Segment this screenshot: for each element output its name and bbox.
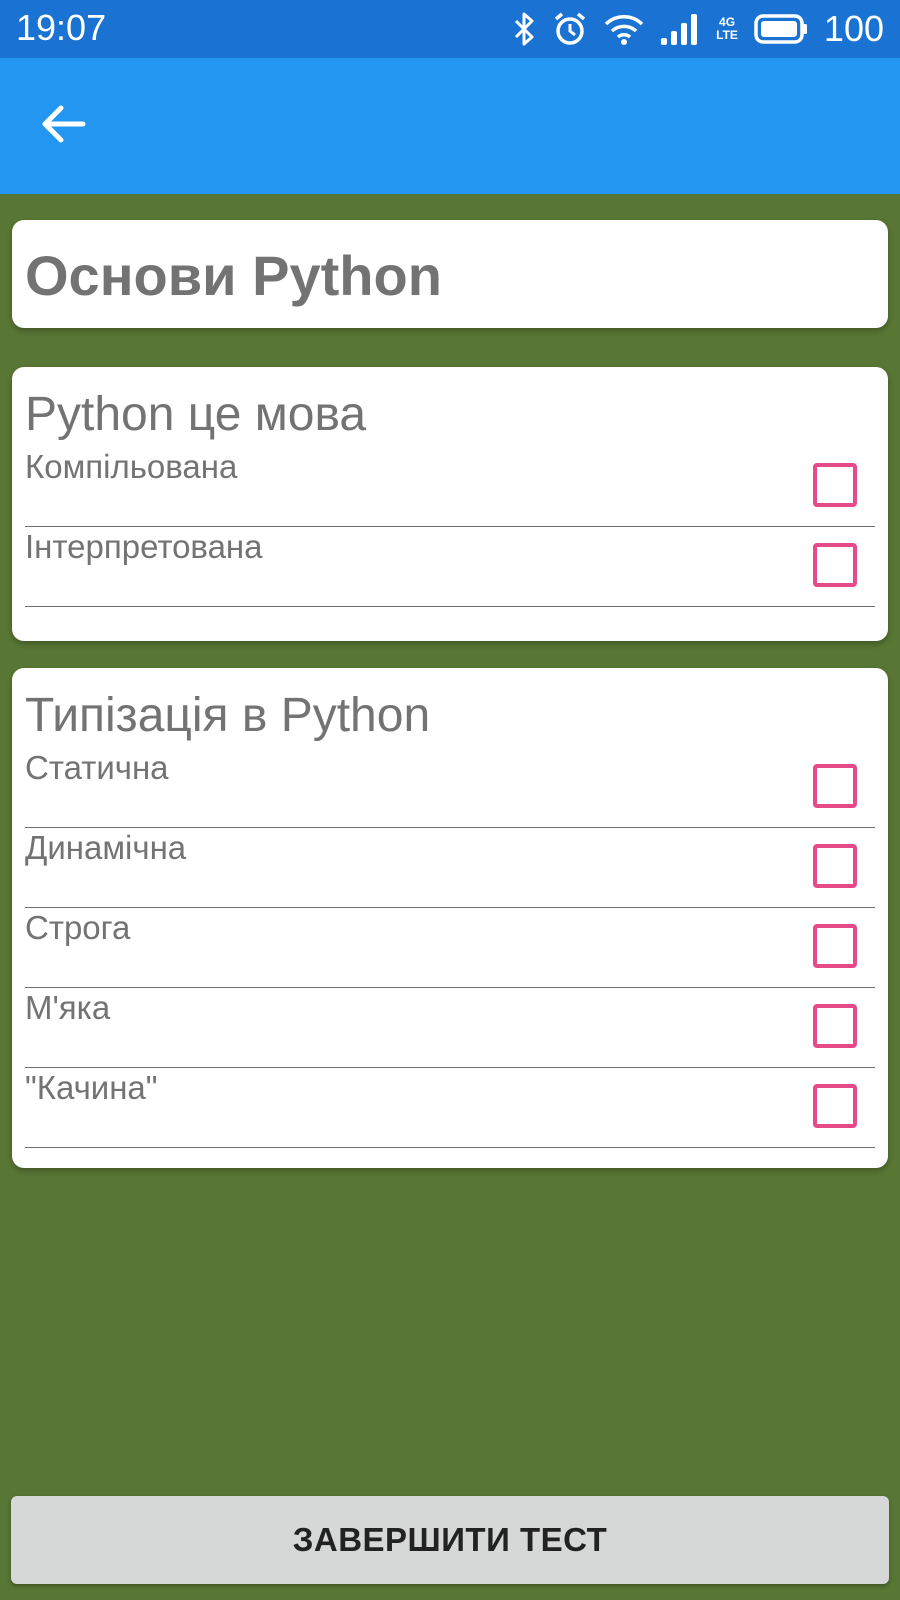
- option-row[interactable]: М'яка: [25, 988, 875, 1068]
- option-checkbox[interactable]: [813, 463, 857, 507]
- network-type: 4G LTE: [716, 15, 738, 42]
- app-bar: [0, 58, 900, 194]
- option-checkbox[interactable]: [813, 543, 857, 587]
- option-label: "Качина": [25, 1069, 158, 1106]
- option-checkbox[interactable]: [813, 844, 857, 888]
- option-checkbox[interactable]: [813, 1084, 857, 1128]
- finish-test-button[interactable]: ЗАВЕРШИТИ ТЕСТ: [11, 1496, 889, 1584]
- option-row[interactable]: Статична: [25, 748, 875, 828]
- question-card-2: Типізація в Python Статична Динамічна Ст…: [12, 668, 888, 1168]
- option-row[interactable]: Компільована: [25, 447, 875, 527]
- option-row[interactable]: Динамічна: [25, 828, 875, 908]
- option-label: Компільована: [25, 448, 238, 485]
- question-text: Типізація в Python: [25, 689, 431, 742]
- status-icons: 4G LTE 100: [512, 7, 884, 51]
- question-text: Python це мова: [25, 388, 367, 441]
- option-checkbox[interactable]: [813, 764, 857, 808]
- option-label: М'яка: [25, 989, 111, 1026]
- option-label: Інтерпретована: [25, 528, 263, 565]
- question-card-1: Python це мова Компільована Інтерпретова…: [12, 367, 888, 641]
- arrow-back-icon: [41, 104, 87, 149]
- options-list: Компільована Інтерпретована: [25, 447, 875, 607]
- option-row[interactable]: "Качина": [25, 1068, 875, 1148]
- option-label: Строга: [25, 909, 131, 946]
- option-label: Статична: [25, 749, 169, 786]
- back-button[interactable]: [32, 94, 96, 158]
- battery-level: 100: [823, 8, 884, 49]
- options-list: Статична Динамічна Строга М'яка "Качина": [25, 748, 875, 1148]
- status-time: 19:07: [16, 7, 107, 48]
- alarm-icon: [552, 11, 588, 47]
- bluetooth-icon: [512, 11, 536, 47]
- wifi-icon: [604, 12, 644, 46]
- page-title: Основи Python: [25, 244, 442, 307]
- option-checkbox[interactable]: [813, 924, 857, 968]
- option-row[interactable]: Строга: [25, 908, 875, 988]
- test-title-card: Основи Python: [12, 220, 888, 328]
- option-label: Динамічна: [25, 829, 187, 866]
- option-row[interactable]: Інтерпретована: [25, 527, 875, 607]
- status-bar: 19:07 4G LTE 100: [0, 0, 900, 58]
- option-checkbox[interactable]: [813, 1004, 857, 1048]
- signal-icon: [660, 12, 700, 46]
- battery-icon: [754, 14, 808, 44]
